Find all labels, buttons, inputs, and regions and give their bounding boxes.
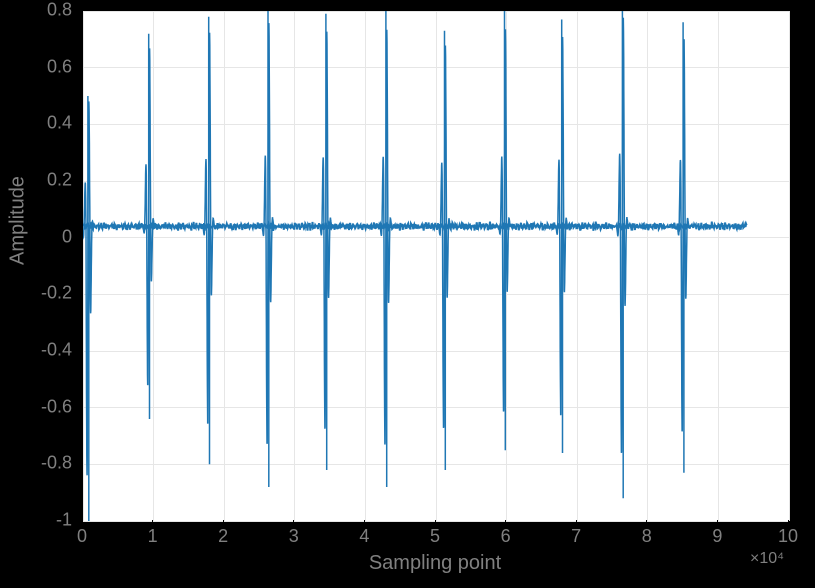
x-tick-label: 1 (148, 526, 158, 547)
x-tick-label: 6 (501, 526, 511, 547)
x-tick-label: 7 (571, 526, 581, 547)
x-tick-label: 4 (359, 526, 369, 547)
y-tick-label: 0.6 (0, 56, 72, 77)
x-tick-label: 5 (430, 526, 440, 547)
baseline-noise (83, 222, 747, 232)
x-axis-label: Sampling point (369, 552, 501, 575)
x-tick-label: 2 (218, 526, 228, 547)
y-tick-label: 0.4 (0, 113, 72, 134)
y-tick-label: 0.8 (0, 0, 72, 21)
y-tick-label: -0.4 (0, 340, 72, 361)
x-tick-label: 9 (712, 526, 722, 547)
x-exponent-label: ×10⁴ (750, 550, 784, 568)
y-tick-label: -0.6 (0, 396, 72, 417)
y-tick-label: -0.8 (0, 453, 72, 474)
plot-area (82, 10, 790, 522)
y-tick-label: -0.2 (0, 283, 72, 304)
x-tick-label: 10 (778, 526, 798, 547)
y-axis-label: Amplitude (7, 176, 30, 265)
x-tick-label: 8 (642, 526, 652, 547)
x-tick-label: 0 (77, 526, 87, 547)
signal-svg (83, 11, 789, 521)
x-tick-label: 3 (289, 526, 299, 547)
y-tick-label: -1 (0, 510, 72, 531)
